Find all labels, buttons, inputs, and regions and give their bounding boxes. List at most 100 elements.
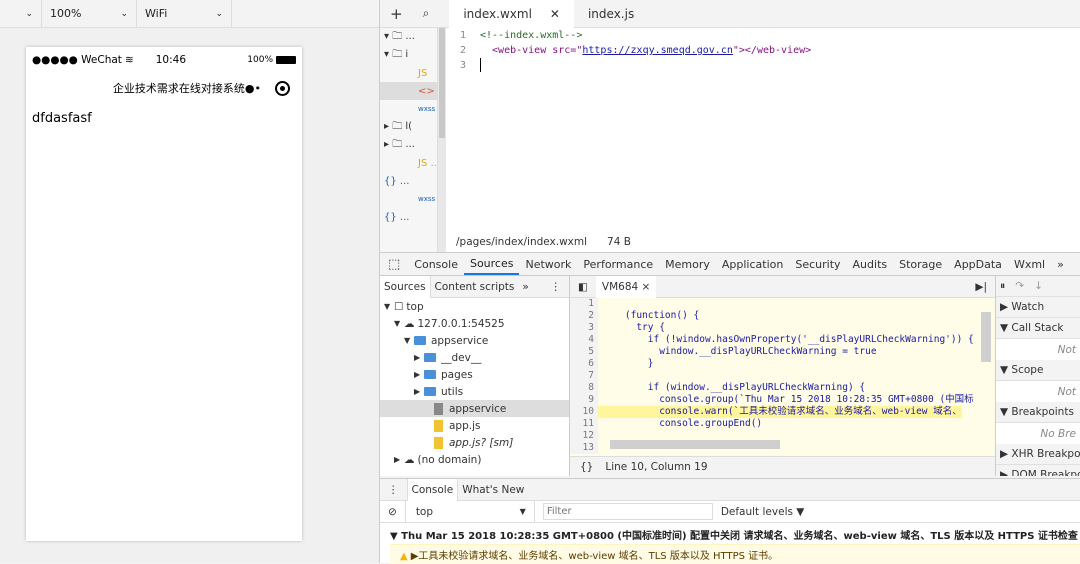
devtools-tab[interactable]: Application bbox=[716, 253, 789, 275]
pretty-print-icon[interactable]: {} bbox=[580, 461, 593, 473]
toggle-debugger-icon[interactable]: ▶| bbox=[967, 281, 995, 293]
source-tree-item[interactable]: ▶ ☁ (no domain) bbox=[380, 451, 569, 468]
text-cursor bbox=[480, 58, 481, 72]
expand-arrow-icon[interactable]: ▼ bbox=[404, 336, 414, 345]
drawer-tabs: ⋮ Console What's New bbox=[380, 478, 1080, 501]
tree-item[interactable]: ▸ 🗀 ... bbox=[380, 136, 437, 154]
expand-arrow-icon[interactable]: ▶ bbox=[414, 353, 424, 362]
editor-status: /pages/index/index.wxml 74 B bbox=[456, 236, 631, 248]
toggle-navigator-icon[interactable]: ◧ bbox=[570, 281, 596, 293]
expand-arrow-icon[interactable]: ▼ bbox=[384, 302, 394, 311]
inspect-icon[interactable]: ⬚ bbox=[380, 257, 408, 272]
pause-icon[interactable]: ⏸ bbox=[1000, 280, 1005, 293]
devtools-tab[interactable]: Wxml bbox=[1008, 253, 1051, 275]
source-tree-item[interactable]: appservice bbox=[380, 400, 569, 417]
devtools-tab[interactable]: Network bbox=[519, 253, 577, 275]
debugger-section[interactable]: ▼ Breakpoints bbox=[996, 402, 1080, 423]
vm-code-line: 6 } bbox=[570, 358, 995, 370]
drawer-menu-icon[interactable]: ⋮ bbox=[380, 484, 407, 496]
source-tree-item[interactable]: ▼ ☁ 127.0.0.1:54525 bbox=[380, 315, 569, 332]
code-area[interactable]: 1 <!--index.wxml--> 2 <web-view src=" http… bbox=[446, 28, 1080, 228]
debugger-section[interactable]: ▶ XHR Breakpoint bbox=[996, 444, 1080, 465]
code-line: 2 <web-view src=" https://zxqy.smeqd.gov.… bbox=[459, 43, 812, 58]
menu-dots[interactable]: ●• bbox=[245, 82, 261, 95]
close-icon[interactable]: ✕ bbox=[550, 7, 560, 21]
source-tree-item[interactable]: app.js bbox=[380, 417, 569, 434]
status-bar: ●●●●● WeChat ≋ 10:46 100% bbox=[26, 47, 302, 73]
devtools-tab[interactable]: Security bbox=[789, 253, 846, 275]
add-icon[interactable]: + bbox=[380, 0, 413, 28]
debugger-section[interactable]: ▶ DOM Breakpoint bbox=[996, 465, 1080, 476]
debugger-section[interactable]: ▼ Scope bbox=[996, 360, 1080, 381]
file-tree: ▾ 🗀 ...▾ 🗀 iJS<>wxss▸ 🗀 l(▸ 🗀 ...JS ...{… bbox=[380, 28, 438, 252]
tree-scrollbar[interactable] bbox=[438, 28, 446, 252]
filter-input[interactable] bbox=[542, 503, 713, 520]
debugger-section[interactable]: ▶ Watch bbox=[996, 297, 1080, 318]
devtools-tab[interactable]: Audits bbox=[847, 253, 894, 275]
source-tree-item[interactable]: ▶ pages bbox=[380, 366, 569, 383]
devtools-tab[interactable]: Console bbox=[408, 253, 464, 275]
tab-whats-new[interactable]: What's New bbox=[458, 484, 528, 496]
tab-console-drawer[interactable]: Console bbox=[406, 478, 459, 501]
network-select[interactable]: WiFi ⌄ bbox=[137, 0, 232, 28]
tree-item[interactable]: <> bbox=[380, 82, 437, 100]
tab-index-js[interactable]: index.js bbox=[574, 0, 648, 28]
devtools-tab[interactable]: Sources bbox=[463, 253, 520, 275]
tree-item[interactable]: wxss ... bbox=[380, 190, 437, 208]
tree-item[interactable]: ▾ 🗀 i bbox=[380, 46, 437, 64]
step-over-icon[interactable]: ↷ bbox=[1015, 280, 1024, 292]
devtools-tab[interactable]: Storage bbox=[893, 253, 948, 275]
vm-code-line: 8 if (window.__disPlayURLCheckWarning) { bbox=[570, 382, 995, 394]
source-tree-item[interactable]: app.js? [sm] bbox=[380, 434, 569, 451]
vm-code-line: 7 bbox=[570, 370, 995, 382]
context-select[interactable]: top ▼ bbox=[404, 500, 535, 523]
tab-index-wxml[interactable]: index.wxml ✕ bbox=[449, 0, 574, 28]
source-tabs: ◧ VM684 × ▶| bbox=[570, 275, 995, 298]
tab-vm684[interactable]: VM684 × bbox=[595, 275, 657, 298]
chevron-down-icon: ⌄ bbox=[215, 8, 223, 19]
clear-console-icon[interactable]: ⊘ bbox=[380, 506, 405, 518]
tab-content-scripts[interactable]: Content scripts bbox=[431, 276, 519, 298]
expand-arrow-icon[interactable]: ▶ bbox=[414, 370, 424, 379]
source-tree-item[interactable]: ▼ ☐ top bbox=[380, 298, 569, 315]
vm-code-line: 4 if (!window.hasOwnProperty('__disPlayU… bbox=[570, 334, 995, 346]
more-options-icon[interactable]: ⋮ bbox=[547, 276, 570, 298]
debugger-section[interactable]: ▼ Call Stack bbox=[996, 318, 1080, 339]
folder-icon bbox=[424, 387, 436, 396]
expand-arrow-icon[interactable]: ▶ bbox=[394, 455, 404, 464]
folder-icon bbox=[424, 370, 436, 379]
tree-item[interactable]: JS bbox=[380, 64, 437, 82]
source-tree-item[interactable]: ▶ utils bbox=[380, 383, 569, 400]
close-target-icon[interactable] bbox=[275, 80, 290, 96]
code-editor: + ⌕ index.wxml ✕ index.js ▾ 🗀 ... ▾ 🗀 i JS <… bbox=[380, 0, 1080, 252]
empty-section-text: Not bbox=[1057, 343, 1076, 356]
devtools-tabs: ⬚ Console Sources Network Performance Memory… bbox=[380, 252, 1080, 276]
console-group-message[interactable]: ▼ Thu Mar 15 2018 10:28:35 GMT+0800 (中国标… bbox=[380, 523, 1080, 544]
source-tree-item[interactable]: ▶ __dev__ bbox=[380, 349, 569, 366]
search-icon[interactable]: ⌕ bbox=[413, 0, 440, 28]
devtools-tab[interactable]: Memory bbox=[659, 253, 716, 275]
console-warning[interactable]: ▲ ▶工具未校验请求域名、业务域名、web-view 域名、TLS 版本以及 HT… bbox=[390, 544, 1080, 564]
step-into-icon[interactable]: ↓ bbox=[1034, 280, 1043, 292]
horizontal-scrollbar[interactable] bbox=[610, 440, 780, 449]
tree-item[interactable]: ▸ 🗀 l( bbox=[380, 118, 437, 136]
log-levels-select[interactable]: Default levels ▼ bbox=[721, 506, 805, 518]
expand-arrow-icon[interactable]: ▶ bbox=[414, 387, 424, 396]
tab-sources[interactable]: Sources bbox=[380, 275, 431, 298]
vm-code[interactable]: 12 (function() {3 try {4 if (!window.has… bbox=[570, 298, 995, 454]
devtools-tab[interactable]: Performance bbox=[577, 253, 659, 275]
devtools-tab[interactable]: AppData bbox=[948, 253, 1008, 275]
tree-item[interactable]: wxss bbox=[380, 100, 437, 118]
tree-item[interactable]: ▾ 🗀 ... bbox=[380, 28, 437, 46]
tree-item[interactable]: {} ... bbox=[380, 172, 437, 190]
url-link[interactable]: https://zxqy.smeqd.gov.cn bbox=[582, 43, 733, 58]
zoom-select[interactable]: 100% ⌄ bbox=[42, 0, 137, 28]
tree-item[interactable]: JS ... bbox=[380, 154, 437, 172]
expand-arrow-icon[interactable]: ▼ bbox=[394, 319, 404, 328]
tree-item[interactable]: {} ... bbox=[380, 208, 437, 226]
vertical-scrollbar[interactable] bbox=[981, 312, 991, 362]
more-tabs[interactable]: » bbox=[518, 276, 532, 298]
devtools-tab[interactable]: » bbox=[1051, 253, 1070, 275]
device-select[interactable]: ⌄ bbox=[0, 0, 42, 28]
source-tree-item[interactable]: ▼ appservice bbox=[380, 332, 569, 349]
